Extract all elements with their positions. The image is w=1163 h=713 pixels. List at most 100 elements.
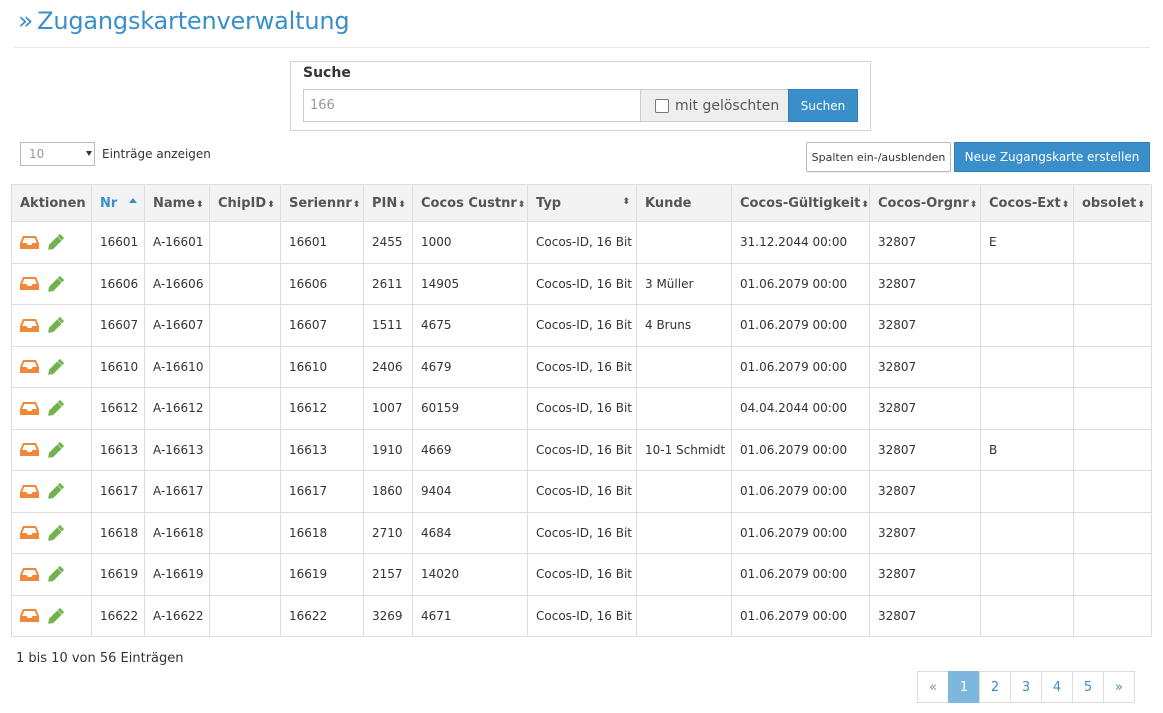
table-cell-obsolet [1073, 553, 1152, 596]
table-cell-obsolet [1073, 262, 1152, 305]
pagination-page[interactable]: 2 [979, 671, 1011, 703]
inbox-tray-icon[interactable] [20, 484, 39, 499]
pencil-icon[interactable] [45, 315, 67, 335]
inbox-tray-icon[interactable] [20, 318, 39, 333]
table-cell-chipid [209, 470, 281, 513]
table-cell-chipid [209, 511, 281, 554]
pencil-icon[interactable] [45, 274, 67, 294]
inbox-tray-icon[interactable] [20, 525, 39, 540]
page-title-text: Zugangskartenverwaltung [37, 7, 350, 35]
with-deleted-checkbox[interactable] [655, 98, 669, 113]
table-cell-chipid [209, 345, 281, 388]
inbox-tray-icon[interactable] [20, 442, 39, 457]
column-header-nr[interactable]: Nr [91, 184, 145, 222]
table-cell-cocos-gueltigkeit: 01.06.2079 00:00 [731, 262, 870, 305]
table-cell-seriennr: 16617 [280, 470, 364, 513]
with-deleted-label: mit gelöschten [675, 97, 780, 114]
table-cell-typ: Cocos-ID, 16 Bit [527, 262, 637, 305]
column-header-typ[interactable]: Typ ⬍ [527, 184, 637, 222]
column-header-label: Kunde [645, 195, 692, 211]
table-cell-cocos-gueltigkeit: 01.06.2079 00:00 [731, 345, 870, 388]
table-cell-pin: 1511 [363, 304, 413, 347]
table-cell-nr: 16610 [91, 345, 145, 388]
pagination-page[interactable]: 1 [948, 671, 980, 703]
table-cell-seriennr: 16601 [280, 221, 364, 264]
pagination-page[interactable]: 4 [1041, 671, 1073, 703]
pencil-icon[interactable] [45, 606, 67, 626]
row-actions [11, 304, 92, 347]
table-cell-pin: 2455 [363, 221, 413, 264]
table-cell-obsolet [1073, 594, 1152, 637]
inbox-tray-icon[interactable] [20, 608, 39, 623]
table-cell-kunde [636, 511, 732, 554]
pencil-icon[interactable] [45, 440, 67, 460]
table-info: 1 bis 10 von 56 Einträgen [16, 651, 184, 666]
table-cell-pin: 1860 [363, 470, 413, 513]
table-cell-cocos-gueltigkeit: 01.06.2079 00:00 [731, 304, 870, 347]
page-length-value: 10 [29, 147, 45, 161]
pagination-page[interactable]: 3 [1010, 671, 1042, 703]
table-cell-name: A-16612 [144, 387, 210, 430]
table-body: 16601 A-16601 16601 2455 1000 Cocos-ID, 16 Bi… [11, 221, 1152, 637]
table-cell-obsolet [1073, 511, 1152, 554]
column-header-cocos-orgnr[interactable]: Cocos-Orgnr⬍ [869, 184, 981, 222]
inbox-tray-icon[interactable] [20, 235, 39, 250]
sort-both-icon: ⬍ [1061, 199, 1070, 210]
table-cell-cocos-ext: E [980, 221, 1074, 264]
column-header-pin[interactable]: PIN⬍ [363, 184, 413, 222]
table-cell-cocos-gueltigkeit: 01.06.2079 00:00 [731, 511, 870, 554]
pagination-page[interactable]: 5 [1072, 671, 1104, 703]
table-cell-pin: 2710 [363, 511, 413, 554]
table-row: 16613 A-16613 16613 1910 4669 Cocos-ID, 16 Bi… [11, 428, 1152, 471]
column-header-name[interactable]: Name⬍ [144, 184, 210, 222]
table-cell-kunde [636, 221, 732, 264]
column-header-chipid[interactable]: ChipID⬍ [209, 184, 281, 222]
table-row: 16619 A-16619 16619 2157 14020 Cocos-ID, 16 B… [11, 553, 1152, 596]
pencil-icon[interactable] [45, 523, 67, 543]
column-header-cocos-ext[interactable]: Cocos-Ext⬍ [980, 184, 1074, 222]
column-header-seriennr[interactable]: Seriennr⬍ [280, 184, 364, 222]
column-header-kunde[interactable]: Kunde [636, 184, 732, 222]
sort-ascending-icon [129, 198, 137, 203]
column-header-obsolet[interactable]: obsolet⬍ [1073, 184, 1152, 222]
table-header-row: Aktionen Nr Name⬍ ChipID⬍ Seriennr⬍ PIN⬍ Cocos… [11, 184, 1152, 222]
pencil-icon[interactable] [45, 481, 67, 501]
pencil-icon[interactable] [45, 398, 67, 418]
pencil-icon[interactable] [45, 357, 67, 377]
table-cell-cocos-ext [980, 511, 1074, 554]
table-cell-name: A-16613 [144, 428, 210, 471]
table-cell-obsolet [1073, 428, 1152, 471]
pagination-next[interactable]: » [1103, 671, 1135, 703]
table-cell-cocos-ext [980, 345, 1074, 388]
pagination: « 1 2 3 4 5 » [917, 671, 1135, 703]
column-header-label: Nr [100, 195, 118, 211]
column-header-label: Cocos-Ext [989, 195, 1061, 211]
column-header-cocos-gueltigkeit[interactable]: Cocos-Gültigkeit⬍ [731, 184, 870, 222]
caret-down-icon [86, 151, 92, 156]
inbox-tray-icon[interactable] [20, 567, 39, 582]
table-cell-nr: 16622 [91, 594, 145, 637]
access-card-table: Aktionen Nr Name⬍ ChipID⬍ Seriennr⬍ PIN⬍ Cocos… [11, 184, 1152, 637]
toggle-columns-button[interactable]: Spalten ein-/ausblenden [806, 142, 951, 172]
inbox-tray-icon[interactable] [20, 401, 39, 416]
page-length-control: 10 Einträge anzeigen [20, 142, 211, 166]
row-actions [11, 594, 92, 637]
row-actions [11, 553, 92, 596]
inbox-tray-icon[interactable] [20, 276, 39, 291]
pencil-icon[interactable] [45, 232, 67, 252]
table-cell-kunde [636, 387, 732, 430]
table-cell-name: A-16607 [144, 304, 210, 347]
pagination-prev[interactable]: « [917, 671, 949, 703]
table-cell-name: A-16622 [144, 594, 210, 637]
table-cell-typ: Cocos-ID, 16 Bit [527, 470, 637, 513]
page-length-select[interactable]: 10 [20, 142, 95, 166]
table-cell-seriennr: 16607 [280, 304, 364, 347]
column-header-cocos-custnr[interactable]: Cocos Custnr⬍ [412, 184, 528, 222]
search-button[interactable]: Suchen [788, 89, 858, 122]
table-cell-cocos-orgnr: 32807 [869, 511, 981, 554]
inbox-tray-icon[interactable] [20, 359, 39, 374]
pencil-icon[interactable] [45, 564, 67, 584]
new-access-card-button[interactable]: Neue Zugangskarte erstellen [954, 142, 1150, 172]
with-deleted-option[interactable]: mit gelöschten [641, 89, 789, 122]
search-input[interactable] [303, 89, 641, 122]
